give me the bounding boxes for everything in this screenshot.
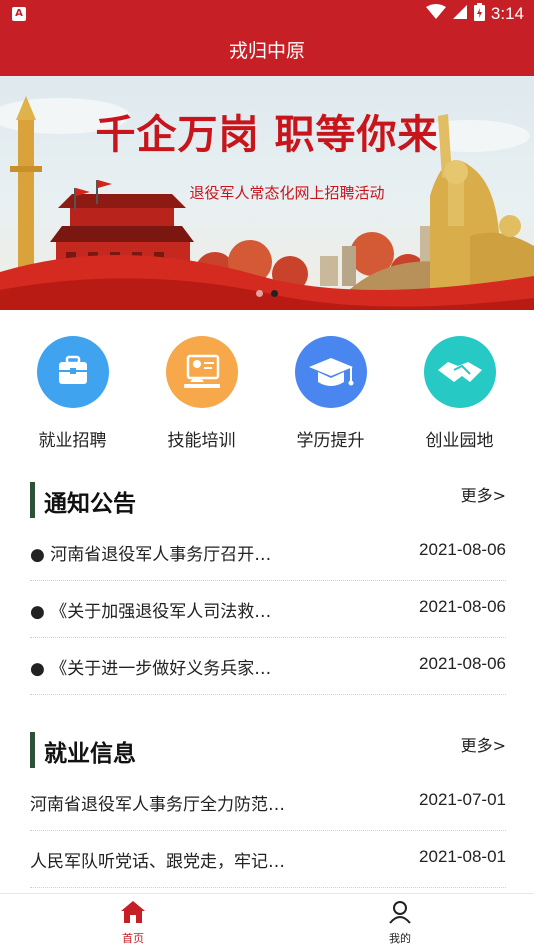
notice-date: 2021-08-06 <box>419 597 506 616</box>
status-indicators: 3:14 <box>425 3 524 25</box>
bottom-nav: 首页 我的 <box>0 893 534 950</box>
quick-item-label: 就业招聘 <box>38 431 107 451</box>
carousel-dot[interactable] <box>256 290 263 297</box>
job-title: 河南省退役军人事务厅全力防范… <box>30 795 285 815</box>
quick-item-label: 学历提升 <box>296 431 365 451</box>
section-accent-bar <box>30 732 35 768</box>
jobs-more-link[interactable]: 更多> <box>461 732 506 756</box>
notice-row[interactable]: ● 河南省退役军人事务厅召开… 2021-08-06 <box>30 524 506 581</box>
section-title: 通知公告 <box>44 491 136 517</box>
banner-headline: 千企万岗 职等你来 <box>95 111 439 158</box>
quick-item-employment[interactable]: 就业招聘 <box>8 332 137 452</box>
carousel-dot-active[interactable] <box>271 290 278 297</box>
trainer-icon <box>165 336 238 408</box>
notice-title: ● 《关于加强退役军人司法救… <box>30 602 272 622</box>
quick-access-grid: 就业招聘 技能培训 学历提升 创业园地 <box>0 332 534 452</box>
banner-subtitle: 退役军人常态化网上招聘活动 <box>189 184 385 202</box>
status-time: 3:14 <box>490 4 524 23</box>
quick-item-training[interactable]: 技能培训 <box>137 332 266 452</box>
banner-carousel[interactable]: 千企万岗 职等你来 退役军人常态化网上招聘活动 <box>0 76 534 310</box>
nav-label: 我的 <box>389 932 411 945</box>
notice-more-link[interactable]: 更多> <box>461 482 506 506</box>
user-icon <box>388 901 412 928</box>
graduation-cap-icon <box>294 336 367 408</box>
carousel-indicator <box>256 290 278 297</box>
nav-item-home[interactable]: 首页 <box>93 900 173 946</box>
notice-date: 2021-08-06 <box>419 540 506 559</box>
job-title: 人民军队听党话、跟党走，牢记… <box>30 852 285 872</box>
job-date: 2021-08-01 <box>419 847 506 866</box>
quick-item-label: 技能培训 <box>167 431 236 451</box>
nav-label: 首页 <box>122 932 144 945</box>
notice-row[interactable]: ● 《关于加强退役军人司法救… 2021-08-06 <box>30 581 506 638</box>
jobs-section-header: 就业信息 更多> <box>30 730 506 770</box>
app-notification-icon: A <box>12 7 26 21</box>
section-title: 就业信息 <box>44 741 136 767</box>
signal-icon <box>452 4 468 24</box>
handshake-icon <box>423 336 496 408</box>
notice-date: 2021-08-06 <box>419 654 506 673</box>
section-accent-bar <box>30 482 35 518</box>
briefcase-icon <box>36 336 109 408</box>
status-bar: A 3:14 <box>0 0 534 28</box>
notice-section-header: 通知公告 更多> <box>30 480 506 520</box>
quick-item-education[interactable]: 学历提升 <box>266 332 395 452</box>
job-date: 2021-07-01 <box>419 790 506 809</box>
app-bar: 戎归中原 <box>0 28 534 76</box>
notice-row[interactable]: ● 《关于进一步做好义务兵家… 2021-08-06 <box>30 638 506 695</box>
battery-charging-icon <box>473 3 485 25</box>
nav-item-profile[interactable]: 我的 <box>360 900 440 946</box>
quick-item-startup[interactable]: 创业园地 <box>395 332 524 452</box>
job-row[interactable]: 人民军队听党话、跟党走，牢记… 2021-08-01 <box>30 831 506 888</box>
wifi-icon <box>425 4 446 24</box>
notice-title: ● 河南省退役军人事务厅召开… <box>30 545 272 565</box>
notice-title: ● 《关于进一步做好义务兵家… <box>30 659 272 679</box>
page-title: 戎归中原 <box>228 40 305 62</box>
home-icon <box>120 901 146 928</box>
job-row[interactable]: 河南省退役军人事务厅全力防范… 2021-07-01 <box>30 774 506 831</box>
quick-item-label: 创业园地 <box>425 431 494 451</box>
